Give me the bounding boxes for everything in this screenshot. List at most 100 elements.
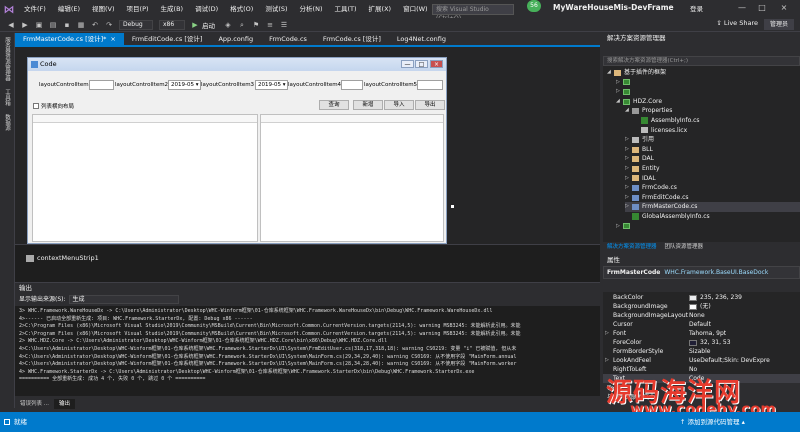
tab-error-list[interactable]: 错误列表 ... xyxy=(15,399,54,409)
menu-item[interactable]: 格式(O) xyxy=(224,0,259,18)
output-text[interactable]: 3> WHC.Framework.WareHouseDx -> C:\Users… xyxy=(15,306,600,396)
forward-icon[interactable]: ▶ xyxy=(20,20,30,30)
live-share-button[interactable]: ⇪ Live Share xyxy=(716,19,758,27)
config-select[interactable]: Debug xyxy=(119,19,153,30)
toolbox-tab[interactable]: 工具箱 xyxy=(3,85,11,110)
open-icon[interactable]: ▤ xyxy=(48,20,58,30)
admin-badge[interactable]: 管理员 xyxy=(764,19,794,30)
tree-node[interactable]: ◢ HDZ.Core xyxy=(616,97,662,107)
menu-item[interactable]: 工具(T) xyxy=(328,0,362,18)
property-row[interactable]: ▷ LookAndFeel UseDefault;Skin: DevExpre xyxy=(603,356,800,365)
property-value[interactable]: Tahoma, 9pt xyxy=(689,329,800,338)
search-input[interactable]: 搜索 Visual Studio (Ctrl+Q) xyxy=(432,4,514,22)
expand-icon[interactable]: ▷ xyxy=(616,87,623,97)
menu-item[interactable]: 窗口(W) xyxy=(397,0,434,18)
layout-item-1-input[interactable] xyxy=(89,80,114,90)
doc-tab[interactable]: FrmMasterCode.cs [设计]* × xyxy=(15,33,124,45)
detail-grid[interactable] xyxy=(260,114,444,242)
tree-node[interactable]: ◢ 基于插件的框架 xyxy=(607,68,666,78)
import-button[interactable]: 导入 xyxy=(384,100,414,110)
uncomment-icon[interactable]: ☰ xyxy=(279,20,289,30)
close-window-button[interactable]: × xyxy=(776,1,792,15)
properties-object-select[interactable]: FrmMasterCode WHC.Framework.BaseUI.BaseDo… xyxy=(603,266,800,279)
property-row[interactable]: BackgroundImageLayout None xyxy=(603,311,800,320)
data-sources-tab[interactable]: 数据源 xyxy=(3,110,11,135)
doc-tab[interactable]: App.config xyxy=(210,33,261,45)
attach-icon[interactable]: ◈ xyxy=(223,20,233,30)
solution-search-input[interactable]: 搜索解决方案资源管理器(Ctrl+;) xyxy=(603,56,800,66)
redo-icon[interactable]: ↷ xyxy=(104,20,114,30)
horizontal-layout-checkbox[interactable]: 列表横向布局 xyxy=(33,102,74,110)
master-grid[interactable] xyxy=(32,114,258,242)
property-value[interactable]: (无) xyxy=(689,302,800,311)
back-icon[interactable]: ◀ xyxy=(6,20,16,30)
expand-icon[interactable]: ▷ xyxy=(625,183,632,193)
tree-node[interactable]: ▷ DAL xyxy=(625,154,654,164)
menu-item[interactable]: 扩展(X) xyxy=(363,0,398,18)
expand-icon[interactable]: ▷ xyxy=(616,78,623,88)
layout-item-3-date[interactable]: 2019-05 ▾ xyxy=(255,80,288,90)
expand-icon[interactable]: ▷ xyxy=(625,193,632,203)
menu-item[interactable]: 生成(B) xyxy=(155,0,190,18)
expand-icon[interactable]: ◢ xyxy=(625,106,632,116)
expand-icon[interactable]: ▷ xyxy=(625,164,632,174)
query-button[interactable]: 查询 xyxy=(319,100,349,110)
comment-icon[interactable]: ≡ xyxy=(265,20,275,30)
signin-link[interactable]: 登录 xyxy=(690,3,703,13)
menu-item[interactable]: 视图(V) xyxy=(86,0,121,18)
property-value[interactable]: None xyxy=(689,311,800,320)
tree-node[interactable]: ▷ xyxy=(616,78,633,88)
tree-node[interactable]: licenses.licx xyxy=(634,126,687,136)
expand-icon[interactable]: ▷ xyxy=(625,174,632,184)
form-close-button[interactable]: × xyxy=(430,60,443,68)
menu-item[interactable]: 文件(F) xyxy=(18,0,52,18)
tab-solution-explorer[interactable]: 解决方案资源管理器 xyxy=(603,242,661,252)
doc-tab[interactable]: FrmCode.cs [设计] xyxy=(315,33,389,45)
context-menu-strip-component[interactable]: contextMenuStrip1 xyxy=(26,254,99,262)
property-row[interactable]: FormBorderStyle Sizable xyxy=(603,347,800,356)
add-to-source-control[interactable]: ↑ 添加到源代码管理 ▴ xyxy=(680,412,745,432)
tree-node[interactable]: ▷ IDAL xyxy=(625,174,656,184)
menu-item[interactable]: 测试(S) xyxy=(259,0,293,18)
property-value[interactable]: Default xyxy=(689,320,800,329)
tab-team-explorer[interactable]: 团队资源管理器 xyxy=(661,242,708,252)
expand-icon[interactable]: ▷ xyxy=(605,356,609,365)
bookmark-icon[interactable]: ⚑ xyxy=(251,20,261,30)
tree-node[interactable]: AssemblyInfo.cs xyxy=(634,116,700,126)
save-all-icon[interactable]: ▦ xyxy=(76,20,86,30)
menu-item[interactable]: 编辑(E) xyxy=(52,0,86,18)
tree-node[interactable]: ▷ FrmMasterCode.cs xyxy=(625,202,800,212)
doc-tab[interactable]: FrmCode.cs xyxy=(261,33,315,45)
expand-icon[interactable]: ◢ xyxy=(616,97,623,107)
tree-node[interactable]: ▷ FrmCode.cs xyxy=(625,183,677,193)
server-explorer-tab[interactable]: 服务器资源管理器 xyxy=(3,33,11,85)
maximize-window-button[interactable]: □ xyxy=(754,1,770,15)
tree-node[interactable]: ▷ FrmEditCode.cs xyxy=(625,193,689,203)
platform-select[interactable]: x86 xyxy=(159,19,185,30)
property-value[interactable]: UseDefault;Skin: DevExpre xyxy=(689,356,800,365)
layout-item-2-date[interactable]: 2019-05 ▾ xyxy=(168,80,201,90)
expand-icon[interactable]: ▷ xyxy=(625,135,632,145)
start-icon[interactable]: ▶ xyxy=(190,20,200,30)
property-row[interactable]: BackgroundImage (无) xyxy=(603,302,800,311)
tree-node[interactable]: ▷ xyxy=(616,87,633,97)
doc-tab[interactable]: Log4Net.config xyxy=(389,33,454,45)
save-icon[interactable]: ▪ xyxy=(62,20,72,30)
form-minimize-button[interactable]: — xyxy=(401,60,414,68)
property-row[interactable]: BackColor 235, 236, 239 xyxy=(603,293,800,302)
close-tab-icon[interactable]: × xyxy=(110,35,115,43)
property-value[interactable]: 32, 31, 53 xyxy=(689,338,800,347)
tree-node[interactable]: ▷ BLL xyxy=(625,145,653,155)
property-value[interactable]: Sizable xyxy=(689,347,800,356)
output-source-select[interactable]: 生成 xyxy=(68,295,179,304)
property-value[interactable]: 235, 236, 239 xyxy=(689,293,800,302)
avatar[interactable]: 56 xyxy=(527,0,541,12)
menu-item[interactable]: 分析(N) xyxy=(294,0,329,18)
form-designer-window[interactable]: Code — □ × layoutControlItem1 layoutCont… xyxy=(27,57,447,244)
resize-handle[interactable] xyxy=(451,205,454,208)
property-row[interactable]: ForeColor 32, 31, 53 xyxy=(603,338,800,347)
tree-node[interactable]: GlobalAssemblyInfo.cs xyxy=(625,212,710,222)
start-button[interactable]: 启动 xyxy=(202,20,215,30)
find-icon[interactable]: ⌕ xyxy=(237,20,247,30)
layout-item-5-input[interactable] xyxy=(417,80,443,90)
